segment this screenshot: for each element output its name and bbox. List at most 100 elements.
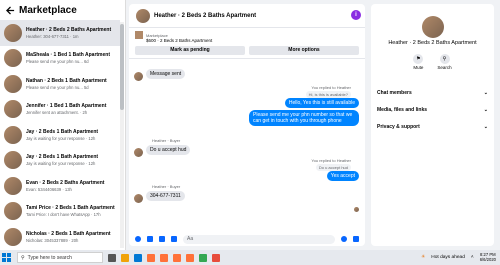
back-arrow-icon[interactable] [6, 5, 15, 15]
bell-icon: ⚑ [413, 54, 424, 64]
file-explorer-icon[interactable] [121, 253, 129, 262]
search-button[interactable]: ⚲ Search [437, 54, 452, 70]
section-privacy-support[interactable]: Privacy & support ⌄ [371, 118, 494, 135]
message-bubble: Please send me your phn number so that w… [249, 110, 359, 126]
conversation-preview: Jennifer sent an attachment. · 2h [26, 110, 88, 116]
clock-date: 6/6/2020 [479, 257, 496, 262]
avatar [4, 74, 22, 93]
conversation-item[interactable]: Jay · 2 Beds 1 Bath Apartment Jay is wait… [0, 122, 120, 148]
windows-start-icon[interactable] [2, 253, 11, 262]
conversation-preview: Evan: 5344406639 · 13h [26, 186, 72, 192]
listing-title[interactable]: $600 · 2 Beds 2 Baths Apartment [146, 38, 359, 43]
avatar[interactable] [421, 16, 444, 38]
message-bubble: 304-677-7311 [146, 191, 185, 201]
search-placeholder: Type here to search [27, 254, 72, 261]
seen-avatar [354, 207, 359, 212]
conversation-name: Nathan · 2 Beds 1 Bath Apartment [26, 77, 107, 84]
chat-window: Heather · 2 Beds 2 Baths Apartment i Mar… [129, 4, 365, 246]
avatar [134, 72, 143, 81]
task-view-icon[interactable] [108, 253, 116, 262]
details-panel: Heather · 2 Beds 2 Baths Apartment ⚑ Mut… [371, 4, 494, 246]
app-icon[interactable] [212, 253, 220, 262]
conversation-preview: Nicholas: 3045337889 · 20h [26, 237, 79, 243]
conversation-item[interactable]: Jay · 2 Beds 1 Bath Apartment Jay is wait… [0, 148, 120, 174]
chevron-down-icon: ⌄ [483, 123, 488, 130]
scrollbar-thumb[interactable] [120, 24, 124, 110]
message-bubble: Message sent [146, 69, 186, 79]
listing-source: Marketplace [146, 32, 168, 38]
sender-label: Heather · Buyer [152, 138, 181, 143]
edge-icon[interactable] [134, 253, 142, 262]
search-icon: ⚲ [439, 54, 450, 64]
chevron-down-icon: ⌄ [483, 89, 488, 96]
reply-quote: Do u accept hud [315, 164, 351, 171]
avatar [134, 148, 143, 157]
reply-quote: Hi, is this is available? [305, 91, 351, 98]
weather-text[interactable]: Hot days ahead [431, 255, 465, 260]
message-input[interactable]: Aa [183, 234, 335, 244]
conversation-sidebar: Marketplace Heather · 2 Beds 2 Baths Apa… [0, 0, 126, 265]
conversation-item[interactable]: Nicholas · 2 Beds 1 Bath Apartment Nichol… [0, 224, 120, 250]
info-icon[interactable]: i [351, 10, 361, 20]
conversation-name: Evan · 2 Beds 2 Baths Apartment [26, 179, 105, 186]
conversation-name: Jay · 2 Beds 1 Bath Apartment [26, 154, 99, 161]
avatar [4, 202, 22, 221]
chevron-down-icon: ⌄ [483, 106, 488, 113]
firefox-icon[interactable] [186, 253, 194, 262]
search-label: Search [437, 65, 452, 70]
conversation-item[interactable]: Tami Price · 2 Beds 1 Bath Apartment Tami… [0, 199, 120, 225]
more-options-button[interactable]: More options [249, 46, 359, 55]
chevron-up-icon[interactable]: ˄ [471, 255, 474, 260]
chat-title[interactable]: Heather · 2 Beds 2 Baths Apartment [154, 13, 256, 19]
message-composer: Aa [129, 232, 365, 246]
taskbar-search-input[interactable]: ⚲ Type here to search [17, 252, 103, 263]
reply-label: You replied to Heather [311, 158, 351, 163]
avatar [134, 194, 143, 203]
microphone-icon[interactable] [135, 236, 141, 242]
avatar[interactable] [136, 8, 150, 23]
reply-label: You replied to Heather [311, 85, 351, 90]
image-icon[interactable] [147, 236, 153, 242]
weather-icon: ☀ [420, 254, 426, 260]
message-bubble: Do u accept hud [146, 145, 191, 155]
mute-button[interactable]: ⚑ Mute [413, 54, 423, 70]
conversation-item[interactable]: Heather · 2 Beds 2 Baths Apartment Heathe… [0, 20, 120, 46]
sender-label: Heather · Buyer [152, 184, 181, 189]
section-chat-members[interactable]: Chat members ⌄ [371, 84, 494, 101]
avatar [4, 176, 22, 195]
section-media-files[interactable]: Media, files and links ⌄ [371, 101, 494, 118]
system-tray: ☀ Hot days ahead ˄ 8:27 PM 6/6/2020 [421, 252, 496, 262]
scrollbar[interactable] [120, 22, 124, 248]
search-icon: ⚲ [21, 254, 25, 261]
firefox-icon[interactable] [147, 253, 155, 262]
section-label: Privacy & support [377, 123, 420, 130]
mark-pending-button[interactable]: Mark as pending [135, 46, 245, 55]
sticker-icon[interactable] [159, 236, 165, 242]
conversation-name: Heather · 2 Beds 2 Baths Apartment [26, 26, 112, 33]
conversation-name: Jay · 2 Beds 1 Bath Apartment [26, 128, 99, 135]
firefox-icon[interactable] [160, 253, 168, 262]
gif-icon[interactable] [171, 236, 177, 242]
emoji-icon[interactable] [341, 236, 347, 242]
like-icon[interactable] [353, 236, 359, 242]
firefox-icon[interactable] [173, 253, 181, 262]
message-bubble: Yes accept [326, 171, 359, 181]
conversation-item[interactable]: Nathan · 2 Beds 1 Bath Apartment Please s… [0, 71, 120, 97]
avatar [4, 23, 22, 42]
sidebar-header: Marketplace [0, 0, 125, 20]
conversation-name: MaSheala · 1 Bed 1 Bath Apartment [26, 52, 111, 59]
message-bubble: Hello, Yes this is still available [284, 98, 359, 108]
chrome-icon[interactable] [199, 253, 207, 262]
conversation-name: Tami Price · 2 Beds 1 Bath Apartment [26, 205, 115, 212]
clock[interactable]: 8:27 PM 6/6/2020 [480, 252, 496, 262]
contact-name: Heather · 2 Beds 2 Baths Apartment [388, 40, 477, 46]
avatar [4, 125, 22, 144]
conversation-list: Heather · 2 Beds 2 Baths Apartment Heathe… [0, 20, 120, 265]
conversation-item[interactable]: MaSheala · 1 Bed 1 Bath Apartment Please … [0, 46, 120, 72]
conversation-item[interactable]: Jennifer · 1 Bed 1 Bath Apartment Jennife… [0, 97, 120, 123]
avatar [4, 151, 22, 170]
conversation-item[interactable]: Evan · 2 Beds 2 Baths Apartment Evan: 534… [0, 173, 120, 199]
section-label: Media, files and links [377, 106, 428, 113]
listing-thumbnail[interactable] [135, 31, 143, 39]
conversation-preview: Heather: 304-677-7311 · 1m [26, 33, 79, 39]
